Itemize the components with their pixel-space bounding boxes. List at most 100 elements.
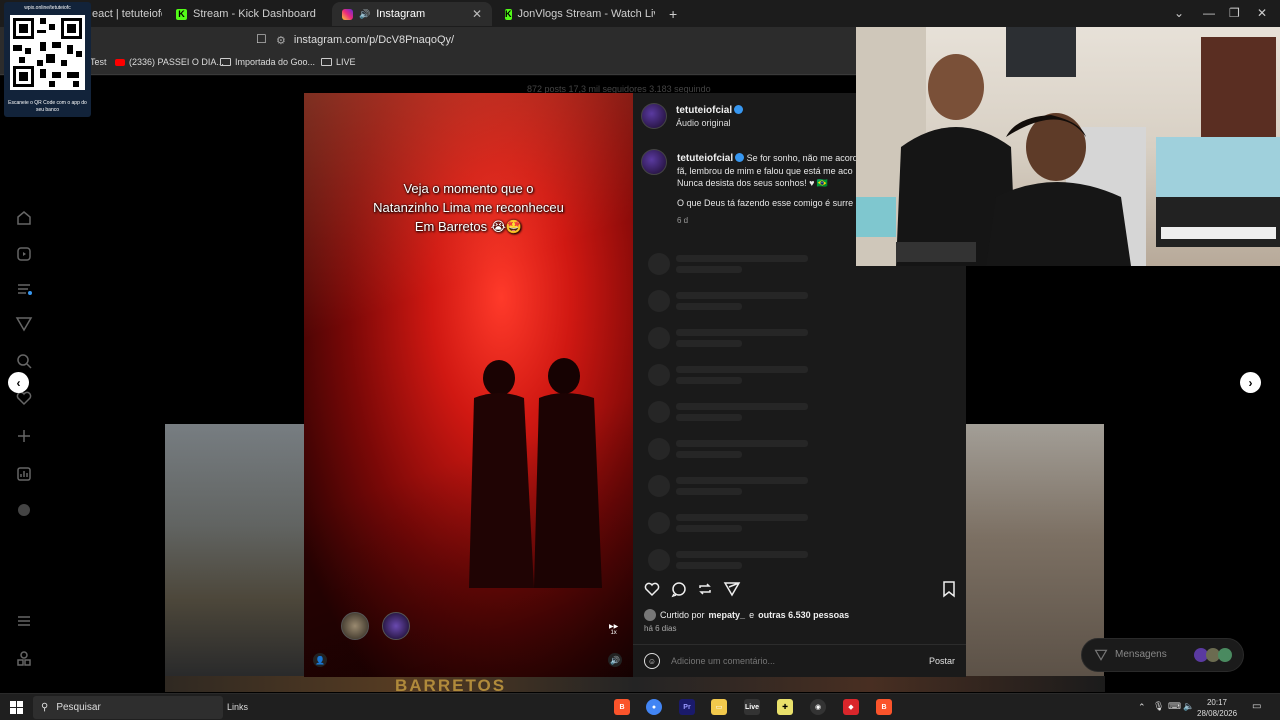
post-comment-button[interactable]: Postar xyxy=(929,656,955,666)
folder-icon xyxy=(321,58,332,66)
like-heart-icon[interactable] xyxy=(643,580,661,598)
collaborator-avatar[interactable] xyxy=(382,612,410,640)
tab-instagram[interactable]: 🔊 Instagram ✕ xyxy=(332,2,492,26)
url-text: instagram.com/p/DcV8PnaqoQy/ xyxy=(293,34,455,46)
caption-author-avatar[interactable] xyxy=(641,149,667,175)
tray-chevron-icon[interactable]: ⌃ xyxy=(1138,702,1146,713)
threads-icon[interactable] xyxy=(15,280,33,298)
liker-avatar xyxy=(644,609,656,621)
comment-row: ☺ Postar xyxy=(633,644,966,677)
post-time: há 6 dias xyxy=(644,624,677,633)
bookmark-label: (2336) PASSEI O DIA... xyxy=(129,57,224,67)
red-app-icon[interactable]: ◆ xyxy=(843,699,859,715)
restore-icon[interactable]: ❐ xyxy=(1229,6,1240,20)
webcam-overlay xyxy=(856,27,1280,266)
search-icon: ⚲ xyxy=(41,702,49,713)
tab-kick-dashboard[interactable]: K Stream - Kick Dashboard xyxy=(166,2,331,26)
clock-time: 20:17 xyxy=(1206,698,1228,707)
profile-avatar-icon[interactable] xyxy=(15,501,33,519)
reels-icon[interactable] xyxy=(15,245,33,263)
previous-post-arrow-icon[interactable]: ‹ xyxy=(8,372,29,393)
background-post-row[interactable] xyxy=(165,676,1105,692)
comment-icon[interactable] xyxy=(670,580,688,598)
tab-label: Stream - Kick Dashboard xyxy=(193,8,316,20)
playback-speed[interactable]: ▶▶ 1x xyxy=(609,623,618,636)
tab-react[interactable]: eact | tetuteiofc xyxy=(82,2,162,26)
puzzle-app-icon[interactable]: ✚ xyxy=(777,699,793,715)
bookmark-imported[interactable]: Importada do Goo... xyxy=(220,57,315,67)
caption-text: O que Deus tá fazendo esse comigo é surr… xyxy=(677,198,854,208)
clock-date: 28/08/2026 xyxy=(1197,709,1238,718)
messages-button[interactable]: Mensagens xyxy=(1081,638,1244,672)
volume-icon[interactable]: 🔈 xyxy=(1183,701,1194,712)
brave-active-icon[interactable]: B xyxy=(876,699,892,715)
windows-taskbar: ⚲ Pesquisar Links B ● Pr ▭ Live ✚ ◉ ◆ B … xyxy=(0,693,1280,720)
share-icon[interactable] xyxy=(723,580,741,598)
bookmark-live[interactable]: LIVE xyxy=(321,57,356,67)
site-info-icon[interactable]: ⚙ xyxy=(276,34,286,47)
collaborator-avatar[interactable] xyxy=(341,612,369,640)
close-tab-icon[interactable]: ✕ xyxy=(472,7,482,21)
close-window-icon[interactable]: ✕ xyxy=(1257,6,1267,20)
bookmark-youtube[interactable]: (2336) PASSEI O DIA... xyxy=(115,57,224,67)
caption-text: Se for sonho, não me acord xyxy=(746,153,857,163)
search-icon[interactable] xyxy=(15,352,33,370)
home-icon[interactable] xyxy=(15,209,33,227)
likes-others[interactable]: outras 6.530 pessoas xyxy=(758,610,849,620)
live-app-icon[interactable]: Live xyxy=(744,699,760,715)
minimize-icon[interactable]: — xyxy=(1203,6,1215,20)
background-post-thumbnail[interactable] xyxy=(966,424,1104,676)
repost-icon[interactable] xyxy=(696,580,714,598)
menu-icon[interactable] xyxy=(15,612,33,630)
caption-author[interactable]: tetuteiofcial xyxy=(677,153,733,164)
bookmark-label: Importada do Goo... xyxy=(235,57,316,67)
next-post-arrow-icon[interactable]: › xyxy=(1240,372,1261,393)
comment-input[interactable] xyxy=(671,656,891,666)
bookmark-label: LIVE xyxy=(336,57,356,67)
background-post-thumbnail[interactable] xyxy=(165,424,305,676)
windows-start-icon[interactable] xyxy=(10,701,23,714)
save-bookmark-icon[interactable] xyxy=(940,580,958,598)
premiere-icon[interactable]: Pr xyxy=(679,699,695,715)
likes-user[interactable]: mepaty_ xyxy=(709,610,746,620)
notifications-icon[interactable]: ▭ xyxy=(1252,701,1261,712)
tab-list-chevron-icon[interactable]: ⌄ xyxy=(1174,6,1184,20)
url-field[interactable]: ⚙ instagram.com/p/DcV8PnaqoQy/ xyxy=(276,30,856,50)
messages-label: Mensagens xyxy=(1115,649,1167,660)
caption-line: Veja o momento que o xyxy=(403,181,534,196)
tagged-users-icon[interactable]: 👤 xyxy=(313,653,327,667)
author-name: tetuteiofcial xyxy=(676,105,733,116)
audio-link[interactable]: Áudio original xyxy=(676,118,731,128)
links-toolbar[interactable]: Links xyxy=(227,702,248,712)
tab-label: Instagram xyxy=(376,8,426,20)
audio-toggle-icon[interactable]: 🔊 xyxy=(608,653,622,667)
caption-text: fã, lembrou de mim e falou que está me a… xyxy=(677,166,853,176)
microphone-icon[interactable]: 🎙 xyxy=(1153,701,1164,712)
send-icon[interactable] xyxy=(15,315,33,333)
emoji-icon[interactable]: ☺ xyxy=(644,653,660,669)
likes-summary[interactable]: Curtido por mepaty_ e outras 6.530 pesso… xyxy=(644,609,849,621)
reel-video[interactable]: Veja o momento que o Natanzinho Lima me … xyxy=(304,93,633,677)
chrome-icon[interactable]: ● xyxy=(646,699,662,715)
author-handle[interactable]: tetuteiofcial xyxy=(676,105,744,116)
create-icon[interactable] xyxy=(15,427,33,445)
folder-icon xyxy=(220,58,231,66)
bookmark-test[interactable]: Test xyxy=(90,57,107,67)
crowd-silhouettes xyxy=(469,358,602,588)
brave-browser-icon[interactable]: B xyxy=(614,699,630,715)
webcam-scene xyxy=(856,27,1280,266)
browser-tab-strip: eact | tetuteiofc K Stream - Kick Dashbo… xyxy=(0,0,1280,27)
file-explorer-icon[interactable]: ▭ xyxy=(711,699,727,715)
taskbar-search[interactable]: ⚲ Pesquisar xyxy=(33,696,223,719)
taskbar-clock[interactable]: 20:17 28/08/2026 xyxy=(1197,697,1237,719)
network-icon[interactable]: ⌨ xyxy=(1168,701,1181,712)
pix-qr-overlay: wpix.online/tetuteiofc Escaneie o QR Cod… xyxy=(4,2,91,117)
obs-icon[interactable]: ◉ xyxy=(810,699,826,715)
author-avatar[interactable] xyxy=(641,103,667,129)
bookmark-star-icon[interactable]: ☐ xyxy=(256,32,267,46)
dashboard-icon[interactable] xyxy=(15,465,33,483)
tab-jonvlogs[interactable]: K JonVlogs Stream - Watch Live on Kic xyxy=(495,2,655,26)
meta-apps-icon[interactable] xyxy=(15,650,33,668)
message-avatar xyxy=(1218,648,1232,662)
new-tab-button[interactable]: + xyxy=(659,2,681,26)
